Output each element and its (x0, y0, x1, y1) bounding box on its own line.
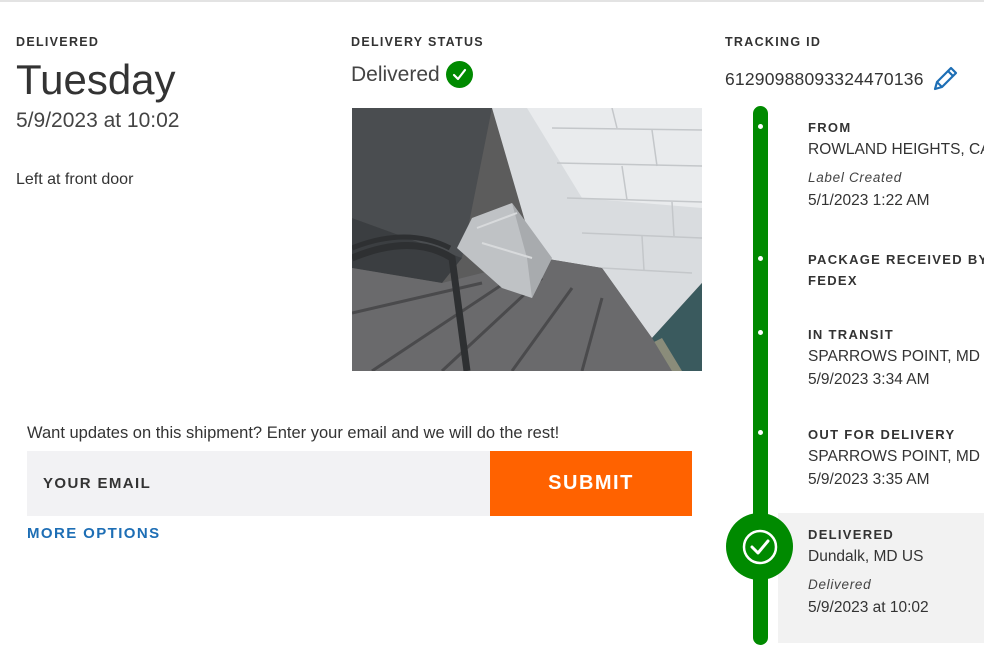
delivery-status: Delivered (351, 61, 473, 88)
timeline-dot (758, 124, 763, 129)
delivery-note: Left at front door (16, 171, 134, 188)
event-location: SPARROWS POINT, MD (808, 348, 980, 365)
more-options-link[interactable]: MORE OPTIONS (27, 525, 160, 542)
pencil-icon[interactable] (930, 64, 960, 94)
top-divider (0, 0, 984, 2)
event-location: SPARROWS POINT, MD (808, 448, 980, 465)
event-status: Label Created (808, 170, 902, 185)
timeline-event-delivered: DELIVERED Dundalk, MD US Delivered 5/9/2… (808, 524, 929, 619)
event-title: OUT FOR DELIVERY (808, 427, 956, 442)
event-time: 5/9/2023 at 10:02 (808, 599, 929, 616)
tracking-id: 612909880933244701​36 (725, 64, 960, 94)
timeline-dot (758, 430, 763, 435)
event-location: Dundalk, MD US (808, 548, 924, 565)
timeline-dot (758, 256, 763, 261)
proof-of-delivery-photo[interactable] (352, 108, 702, 371)
event-time: 5/9/2023 3:34 AM (808, 371, 930, 388)
updates-prompt: Want updates on this shipment? Enter you… (27, 424, 560, 442)
event-time: 5/1/2023 1:22 AM (808, 192, 930, 209)
tracking-id-heading: TRACKING ID (725, 35, 822, 49)
email-field[interactable] (27, 451, 490, 516)
delivery-status-text: Delivered (351, 62, 440, 86)
delivered-heading: DELIVERED (16, 35, 100, 49)
event-title-continued: FEDEX (808, 273, 858, 288)
check-circle-icon (445, 61, 473, 88)
event-location: ROWLAND HEIGHTS, CA (808, 141, 984, 158)
timeline-event-from: FROM ROWLAND HEIGHTS, CA Label Created 5… (808, 117, 984, 212)
submit-button[interactable]: SUBMIT (490, 451, 692, 516)
event-time: 5/9/2023 3:35 AM (808, 471, 930, 488)
delivered-check-icon (726, 513, 793, 580)
tracking-number: 612909880933244701​36 (725, 68, 924, 89)
timeline-event-out-for-delivery: OUT FOR DELIVERY SPARROWS POINT, MD 5/9/… (808, 424, 980, 491)
delivery-day: Tuesday (16, 56, 176, 103)
event-title: DELIVERED (808, 527, 895, 542)
delivery-status-heading: DELIVERY STATUS (351, 35, 484, 49)
event-status: Delivered (808, 577, 872, 592)
event-title: IN TRANSIT (808, 327, 894, 342)
delivery-datetime: 5/9/2023 at 10:02 (16, 109, 180, 132)
timeline-event-in-transit: IN TRANSIT SPARROWS POINT, MD 5/9/2023 3… (808, 324, 980, 391)
timeline-dot (758, 330, 763, 335)
event-title: FROM (808, 120, 852, 135)
event-title: PACKAGE RECEIVED BY (808, 252, 984, 267)
timeline-event-received: PACKAGE RECEIVED BY FEDEX (808, 249, 984, 291)
